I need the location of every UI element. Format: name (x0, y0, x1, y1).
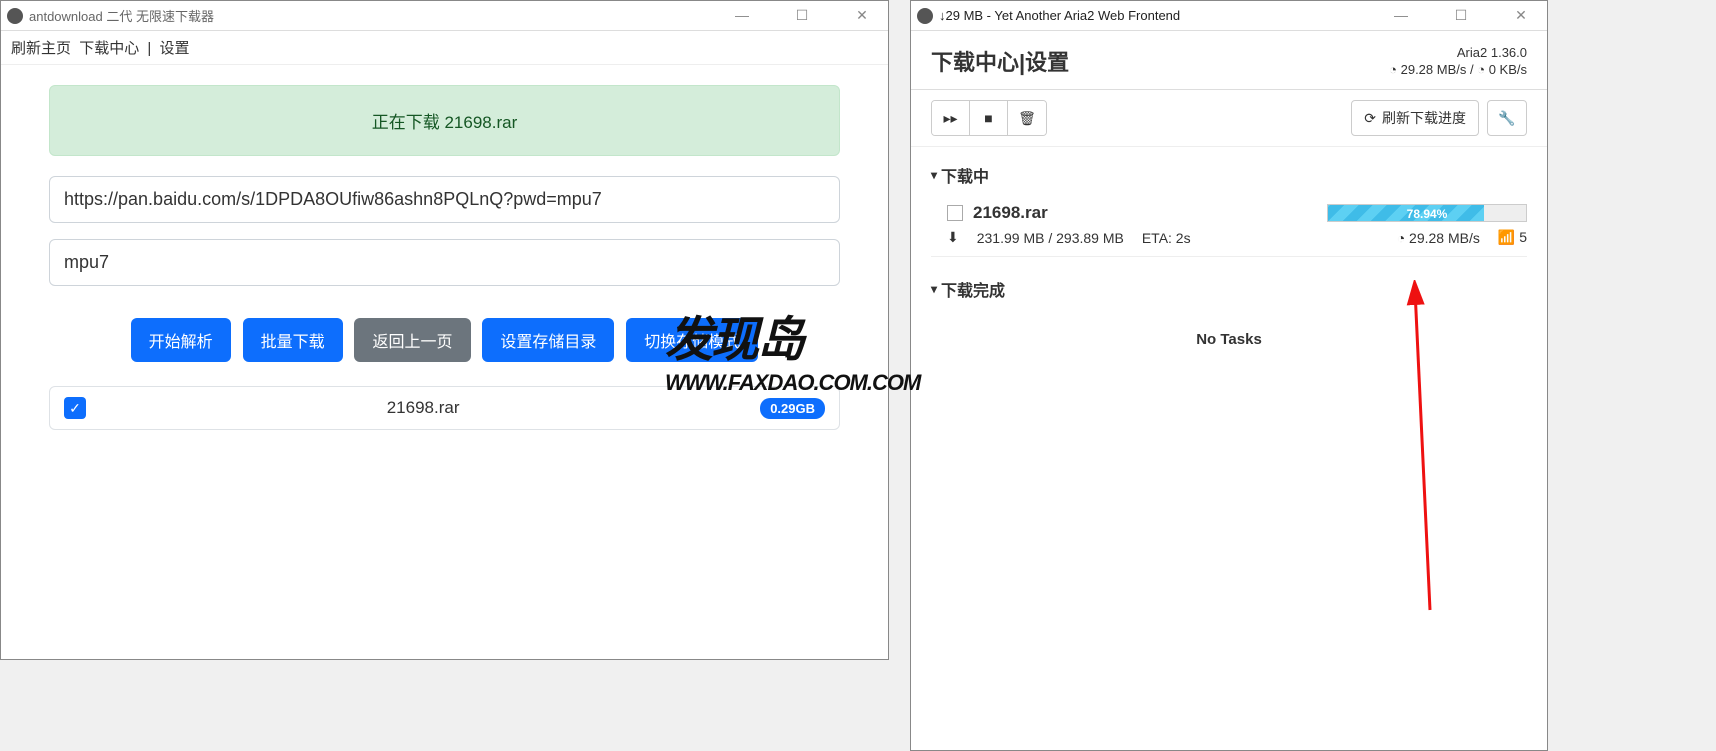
fast-forward-icon: ▸▸ (943, 110, 957, 127)
task-checkbox[interactable] (947, 205, 963, 221)
menubar: 刷新主页 下载中心 | 设置 (1, 31, 888, 65)
download-icon: ⬇ (947, 229, 959, 246)
password-input[interactable] (49, 239, 840, 286)
settings-button[interactable]: 🔧 (1487, 100, 1527, 136)
downloading-header[interactable]: ▾ 下载中 (931, 163, 1527, 187)
clock-icon: ◔ (1397, 230, 1405, 246)
progress-bar: 78.94% (1327, 204, 1527, 222)
downloading-label: 下载中 (941, 163, 989, 187)
downloading-section: ▾ 下载中 21698.rar 78.94% ⬇ 231.99 MB / 293… (911, 147, 1547, 261)
aria2-version: Aria2 1.36.0 (1389, 45, 1527, 60)
refresh-icon: ⟳ (1364, 110, 1376, 127)
window-title: antdownload 二代 无限速下载器 (29, 6, 722, 25)
refresh-progress-button[interactable]: ⟳ 刷新下载进度 (1351, 100, 1479, 136)
upload-speed: 0 KB/s (1489, 62, 1527, 77)
file-name: 21698.rar (86, 398, 760, 418)
window-controls: — ☐ ✕ (1381, 7, 1541, 24)
back-button[interactable]: 返回上一页 (354, 318, 470, 362)
parse-button[interactable]: 开始解析 (131, 318, 231, 362)
stop-button[interactable]: ■ (970, 101, 1008, 135)
wrench-icon: 🔧 (1498, 110, 1515, 127)
content-area: 正在下载 21698.rar 开始解析 批量下载 返回上一页 设置存储目录 切换… (1, 65, 888, 450)
titlebar: antdownload 二代 无限速下载器 — ☐ ✕ (1, 1, 888, 31)
page-header: 下载中心|设置 Aria2 1.36.0 ◔ 29.28 MB/s / ◔ 0 … (911, 31, 1547, 90)
resume-button[interactable]: ▸▸ (932, 101, 970, 135)
toolbar: ▸▸ ■ 🗑 ⟳ 刷新下载进度 🔧 (911, 90, 1547, 147)
app-icon (917, 8, 933, 24)
close-button[interactable]: ✕ (842, 7, 882, 24)
window-controls: — ☐ ✕ (722, 7, 882, 24)
batch-download-button[interactable]: 批量下载 (243, 318, 343, 362)
progress-percent: 78.94% (1328, 205, 1526, 223)
maximize-button[interactable]: ☐ (1441, 7, 1481, 24)
task-eta: ETA: 2s (1142, 230, 1191, 246)
task-filename: 21698.rar (973, 203, 1048, 223)
maximize-button[interactable]: ☐ (782, 7, 822, 24)
task-speed: ◔ 29.28 MB/s (1397, 230, 1480, 246)
completed-label: 下载完成 (941, 277, 1005, 301)
minimize-button[interactable]: — (722, 7, 762, 24)
trash-icon: 🗑 (1018, 110, 1036, 127)
titlebar: ↓29 MB - Yet Another Aria2 Web Frontend … (911, 1, 1547, 31)
completed-header[interactable]: ▾ 下载完成 (931, 277, 1527, 301)
delete-button[interactable]: 🗑 (1008, 101, 1046, 135)
task-button-group: ▸▸ ■ 🗑 (931, 100, 1047, 136)
caret-down-icon: ▾ (931, 282, 937, 296)
aria2-window: ↓29 MB - Yet Another Aria2 Web Frontend … (910, 0, 1548, 751)
file-row: ✓ 21698.rar 0.29GB (49, 386, 840, 430)
set-dir-button[interactable]: 设置存储目录 (482, 318, 614, 362)
menu-settings[interactable]: 设置 (159, 40, 189, 57)
app-icon (7, 8, 23, 24)
signal-icon: 📶 (1498, 229, 1515, 245)
clock-icon: ◔ (1389, 62, 1397, 77)
action-button-row: 开始解析 批量下载 返回上一页 设置存储目录 切换存储模式 (49, 318, 840, 362)
url-input[interactable] (49, 176, 840, 223)
switch-mode-button[interactable]: 切换存储模式 (626, 318, 758, 362)
menu-separator: | (147, 40, 151, 57)
download-task[interactable]: 21698.rar 78.94% ⬇ 231.99 MB / 293.89 MB… (931, 197, 1527, 257)
no-tasks-message: No Tasks (931, 311, 1527, 368)
global-speed: ◔ 29.28 MB/s / ◔ 0 KB/s (1389, 62, 1527, 77)
menu-download-center[interactable]: 下载中心 (79, 40, 139, 57)
task-top-row: 21698.rar 78.94% (947, 203, 1527, 223)
task-size: 231.99 MB / 293.89 MB (977, 230, 1124, 246)
menu-refresh[interactable]: 刷新主页 (11, 40, 71, 57)
minimize-button[interactable]: — (1381, 7, 1421, 24)
header-meta: Aria2 1.36.0 ◔ 29.28 MB/s / ◔ 0 KB/s (1389, 45, 1527, 79)
completed-section: ▾ 下载完成 No Tasks (911, 261, 1547, 372)
download-status-banner: 正在下载 21698.rar (49, 85, 840, 156)
file-size-badge: 0.29GB (760, 398, 825, 419)
clock-icon: ◔ (1477, 62, 1485, 77)
stop-icon: ■ (984, 110, 992, 126)
caret-down-icon: ▾ (931, 168, 937, 182)
toolbar-right: ⟳ 刷新下载进度 🔧 (1351, 100, 1527, 136)
download-speed: 29.28 MB/s (1401, 62, 1467, 77)
antdownload-window: antdownload 二代 无限速下载器 — ☐ ✕ 刷新主页 下载中心 | … (0, 0, 889, 660)
file-checkbox[interactable]: ✓ (64, 397, 86, 419)
refresh-label: 刷新下载进度 (1382, 108, 1466, 128)
task-info-row: ⬇ 231.99 MB / 293.89 MB ETA: 2s ◔ 29.28 … (947, 229, 1527, 246)
page-title: 下载中心|设置 (931, 45, 1069, 77)
close-button[interactable]: ✕ (1501, 7, 1541, 24)
window-title: ↓29 MB - Yet Another Aria2 Web Frontend (939, 8, 1381, 23)
task-connections: 📶 5 (1498, 229, 1527, 246)
